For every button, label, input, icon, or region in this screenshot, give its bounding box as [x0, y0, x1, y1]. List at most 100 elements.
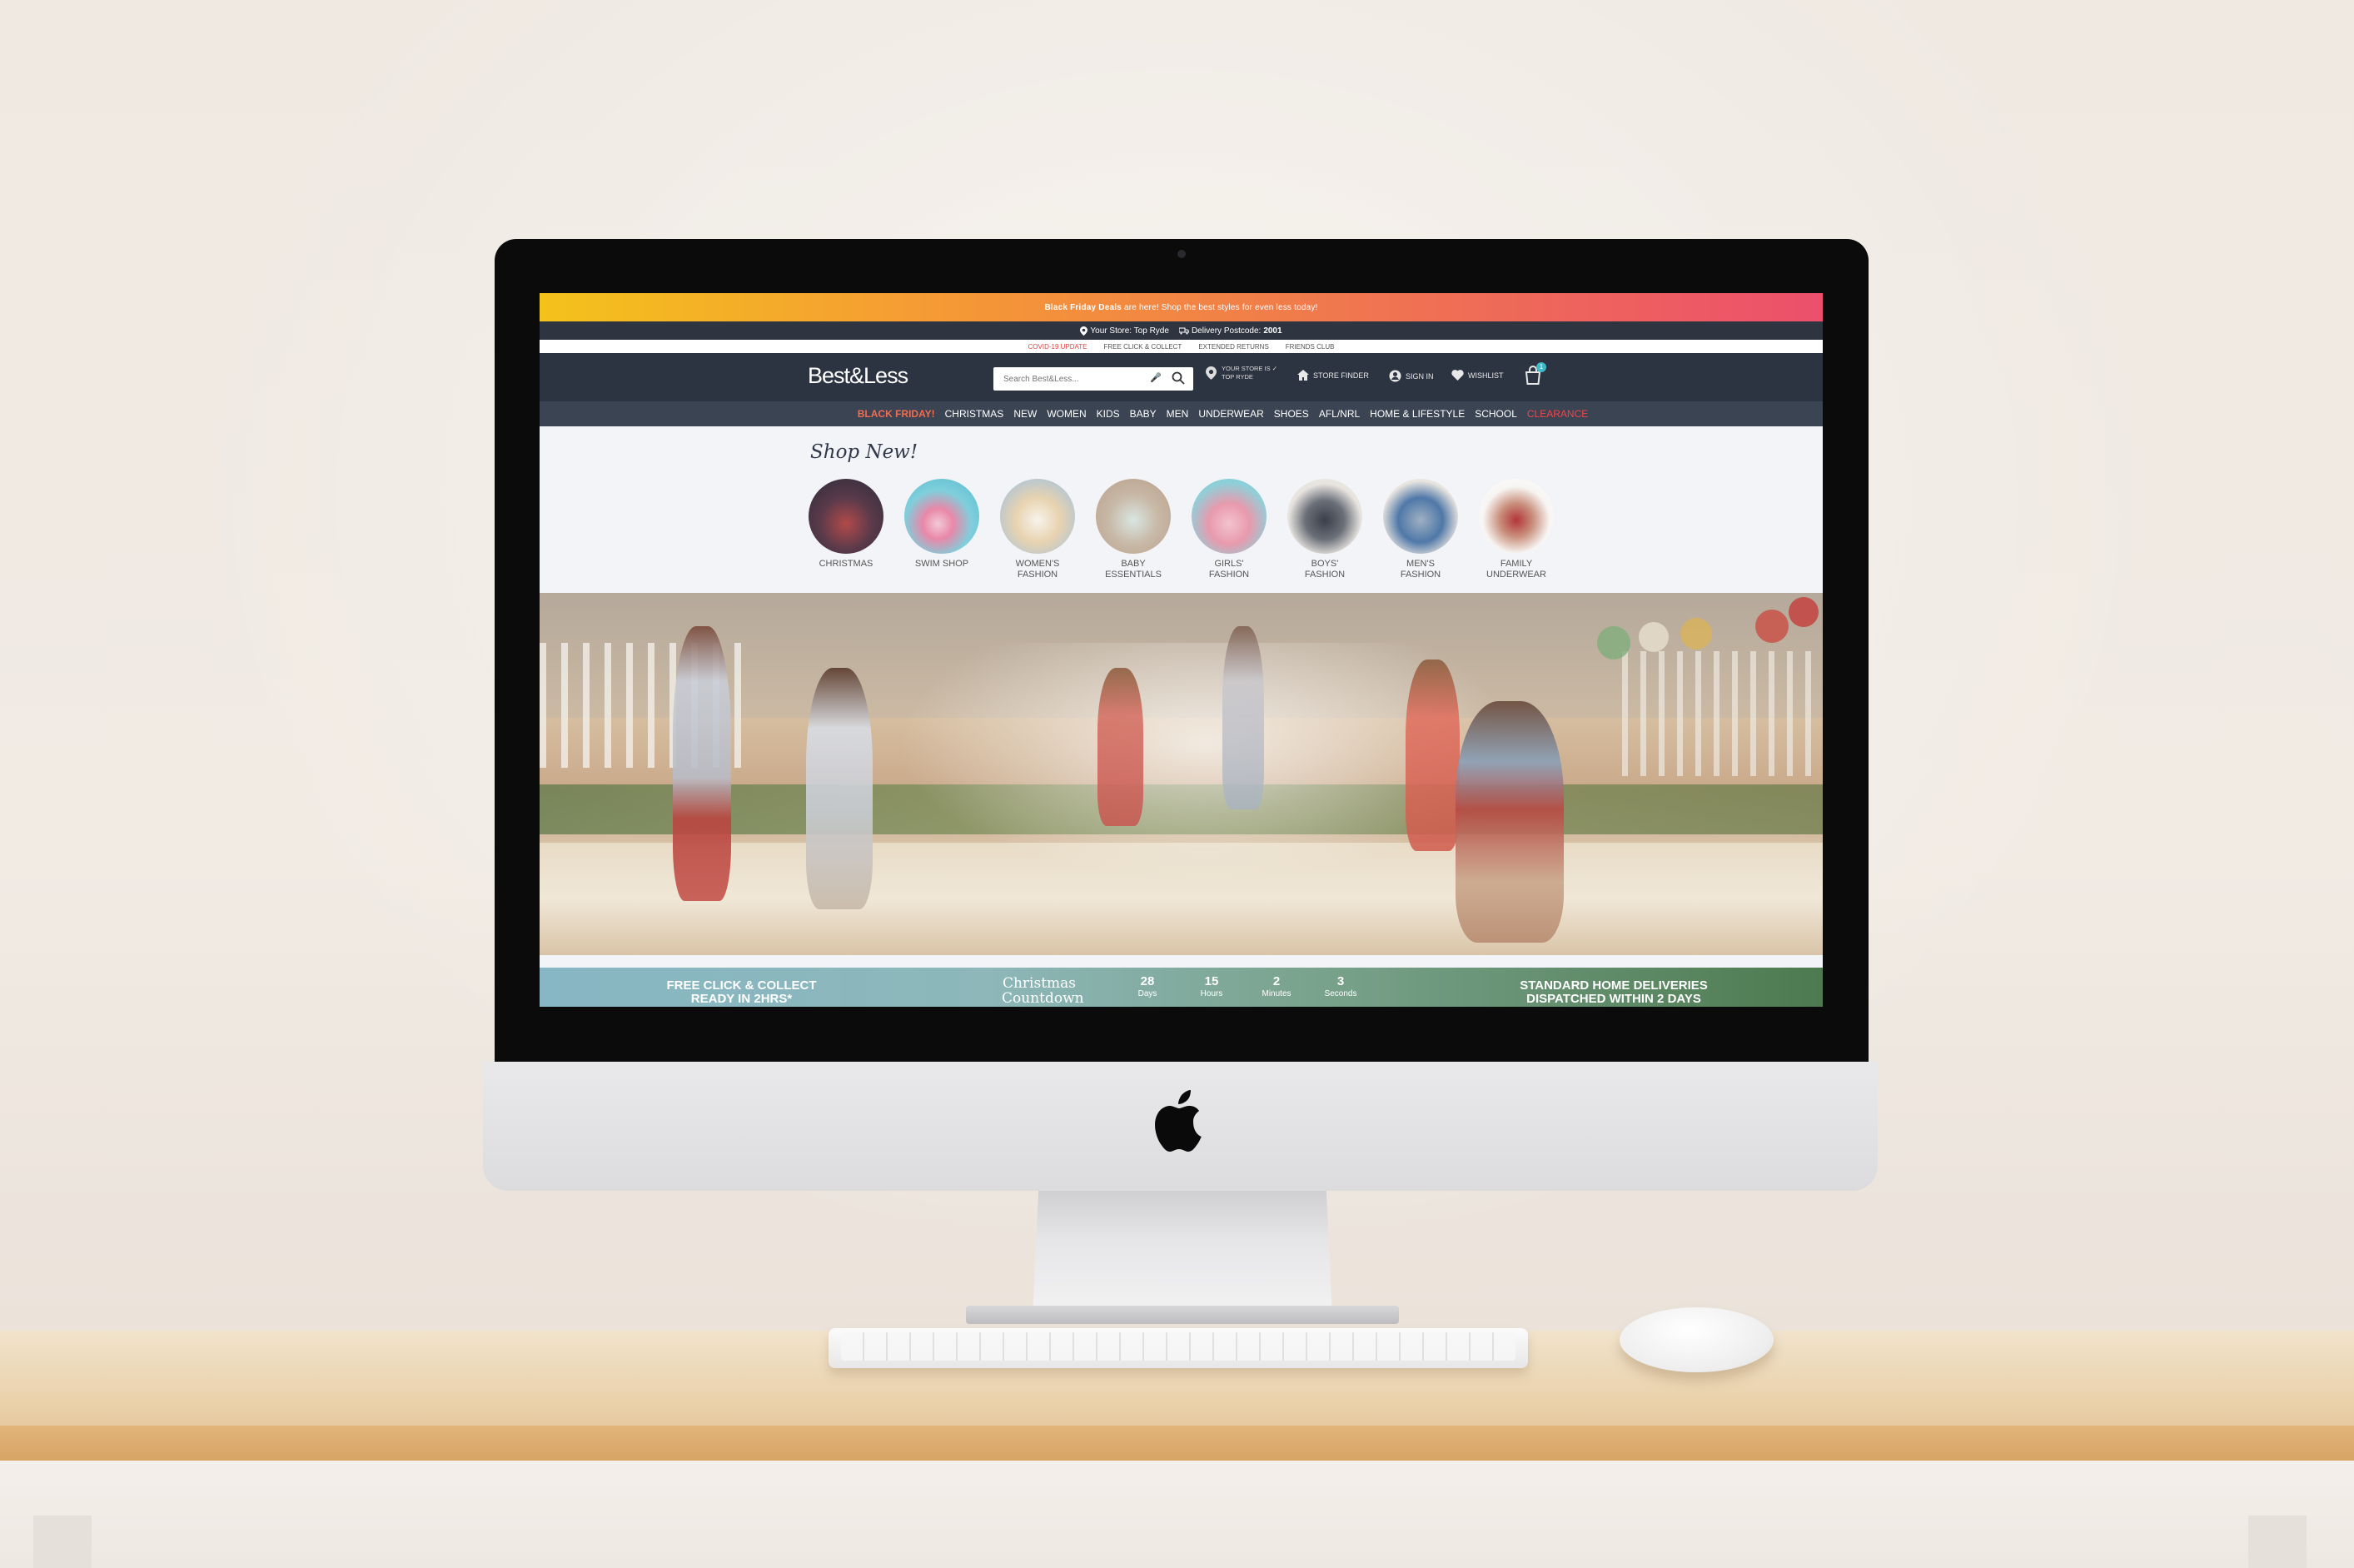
- utility-links: COVID-19 UPDATE FREE CLICK & COLLECT EXT…: [540, 340, 1823, 353]
- info-strip: FREE CLICK & COLLECT READY IN 2HRS* Chri…: [540, 968, 1823, 1007]
- search-bar: 🎤: [993, 367, 1193, 391]
- friends-club-link[interactable]: FRIENDS CLUB: [1286, 343, 1335, 351]
- hero-banner-image[interactable]: [540, 593, 1823, 955]
- store-line2: TOP RYDE: [1222, 373, 1253, 381]
- category-label: BOYS' FASHION: [1304, 559, 1346, 580]
- desk-leg-right: [2248, 1516, 2307, 1568]
- nav-item-kids[interactable]: KIDS: [1097, 408, 1120, 420]
- hero-person: [1456, 701, 1564, 943]
- category-label: GIRLS' FASHION: [1208, 559, 1250, 580]
- category-family-underwear[interactable]: FAMILY UNDERWEAR: [1479, 479, 1554, 580]
- click-collect-line2: READY IN 2HRS*: [690, 992, 793, 1006]
- nav-item-school[interactable]: SCHOOL: [1475, 408, 1517, 420]
- hero-person: [673, 626, 731, 901]
- click-collect-line1: FREE CLICK & COLLECT: [666, 978, 817, 993]
- nav-item-shoes[interactable]: SHOES: [1274, 408, 1309, 420]
- nav-item-women[interactable]: WOMEN: [1047, 408, 1086, 420]
- category-label: BABY ESSENTIALS: [1105, 559, 1162, 580]
- christmas-countdown-title: Christmas Countdown: [1002, 975, 1084, 1007]
- user-icon: [1389, 370, 1401, 382]
- microphone-icon[interactable]: 🎤: [1150, 372, 1162, 383]
- mouse: [1620, 1307, 1774, 1372]
- category-boys-fashion[interactable]: BOYS' FASHION: [1287, 479, 1362, 580]
- hero-person: [1406, 660, 1460, 851]
- category-boys-fashion-image: [1287, 479, 1362, 554]
- category-womens-fashion-image: [1000, 479, 1075, 554]
- countdown-days: 28 Days: [1137, 974, 1157, 998]
- promo-strong-text: Black Friday Deals: [1044, 302, 1122, 312]
- free-click-collect-link[interactable]: FREE CLICK & COLLECT: [1104, 343, 1182, 351]
- desk-leg-left: [33, 1516, 92, 1568]
- home-delivery-promo[interactable]: STANDARD HOME DELIVERIES DISPATCHED WITH…: [1497, 979, 1730, 1006]
- hero-railing-right: [1622, 651, 1823, 776]
- website-screen: Black Friday Deals are here! Shop the be…: [540, 293, 1823, 1007]
- nav-item-black-friday[interactable]: BLACK FRIDAY!: [858, 408, 935, 420]
- hero-balloon: [1639, 622, 1669, 652]
- home-icon: [1297, 370, 1309, 381]
- apple-logo-icon: [1155, 1090, 1202, 1152]
- home-delivery-line2: DISPATCHED WITHIN 2 DAYS: [1526, 992, 1701, 1006]
- sign-in-label: SIGN IN: [1406, 371, 1434, 381]
- sign-in-link[interactable]: SIGN IN: [1389, 370, 1434, 382]
- hero-person: [1097, 668, 1143, 826]
- your-store[interactable]: Your Store: Top Ryde: [1080, 326, 1169, 336]
- imac-stand-base: [966, 1306, 1399, 1324]
- category-mens-fashion[interactable]: MEN'S FASHION: [1383, 479, 1458, 580]
- home-delivery-line1: STANDARD HOME DELIVERIES: [1520, 978, 1708, 993]
- desk-underside: [0, 1461, 2354, 1568]
- hero-person: [806, 668, 873, 909]
- category-christmas-image: [809, 479, 883, 554]
- category-label: MEN'S FASHION: [1400, 559, 1441, 580]
- category-christmas[interactable]: CHRISTMAS: [809, 479, 883, 580]
- promo-banner[interactable]: Black Friday Deals are here! Shop the be…: [540, 293, 1823, 321]
- countdown-hours: 15 Hours: [1200, 974, 1223, 998]
- hero-person: [1222, 626, 1264, 809]
- covid-update-link[interactable]: COVID-19 UPDATE: [1028, 343, 1087, 351]
- category-womens-fashion[interactable]: WOMEN'S FASHION: [1000, 479, 1075, 580]
- hero-balloon: [1597, 626, 1630, 660]
- shop-new-section: Shop New! CHRISTMAS SWIM SHOP WOMEN'S FAS…: [540, 426, 1823, 593]
- bag-count-badge: 1: [1536, 362, 1546, 372]
- store-line1: YOUR STORE IS: [1222, 365, 1271, 372]
- site-header: Best&Less 🎤 YOUR STORE IS ✓ TOP RYDE STO…: [540, 353, 1823, 401]
- wishlist-link[interactable]: WISHLIST: [1451, 370, 1504, 381]
- location-pin-icon: [1206, 366, 1217, 380]
- countdown-seconds: 3 Seconds: [1324, 974, 1357, 998]
- category-girls-fashion[interactable]: GIRLS' FASHION: [1192, 479, 1267, 580]
- search-input[interactable]: [1003, 374, 1145, 384]
- nav-item-baby[interactable]: BABY: [1130, 408, 1157, 420]
- keyboard-keys: [841, 1332, 1515, 1361]
- store-finder-label: STORE FINDER: [1313, 371, 1369, 380]
- webcam: [1177, 250, 1186, 258]
- desk-edge: [0, 1426, 2354, 1461]
- category-mens-fashion-image: [1383, 479, 1458, 554]
- header-store-selector[interactable]: YOUR STORE IS ✓ TOP RYDE: [1206, 365, 1277, 381]
- site-logo[interactable]: Best&Less: [808, 363, 908, 389]
- nav-item-clearance[interactable]: CLEARANCE: [1527, 408, 1588, 420]
- shop-new-title: Shop New!: [810, 441, 918, 463]
- main-nav: BLACK FRIDAY! CHRISTMAS NEW WOMEN KIDS B…: [540, 401, 1823, 426]
- location-pin-icon: [1080, 326, 1088, 336]
- delivery-postcode[interactable]: Delivery Postcode: 2001: [1178, 326, 1282, 336]
- truck-icon: [1178, 327, 1189, 334]
- category-baby-essentials[interactable]: BABY ESSENTIALS: [1096, 479, 1171, 580]
- search-icon[interactable]: [1172, 371, 1185, 385]
- category-carousel: CHRISTMAS SWIM SHOP WOMEN'S FASHION BABY E…: [809, 479, 1554, 580]
- nav-item-new[interactable]: NEW: [1013, 408, 1037, 420]
- nav-item-afl-nrl[interactable]: AFL/NRL: [1319, 408, 1360, 420]
- category-family-underwear-image: [1479, 479, 1554, 554]
- category-label: WOMEN'S FASHION: [1015, 559, 1060, 580]
- category-swim-shop-image: [904, 479, 979, 554]
- nav-item-christmas[interactable]: CHRISTMAS: [945, 408, 1004, 420]
- imac-stand: [1033, 1191, 1332, 1316]
- nav-item-underwear[interactable]: UNDERWEAR: [1198, 408, 1263, 420]
- nav-item-home-lifestyle[interactable]: HOME & LIFESTYLE: [1370, 408, 1465, 420]
- nav-item-men[interactable]: MEN: [1167, 408, 1189, 420]
- store-finder-link[interactable]: STORE FINDER: [1297, 370, 1369, 381]
- extended-returns-link[interactable]: EXTENDED RETURNS: [1198, 343, 1268, 351]
- countdown-minutes: 2 Minutes: [1262, 974, 1291, 998]
- click-collect-promo[interactable]: FREE CLICK & COLLECT READY IN 2HRS*: [660, 979, 823, 1006]
- hero-balloon: [1789, 597, 1819, 627]
- promo-text: are here! Shop the best styles for even …: [1123, 302, 1318, 312]
- category-swim-shop[interactable]: SWIM SHOP: [904, 479, 979, 580]
